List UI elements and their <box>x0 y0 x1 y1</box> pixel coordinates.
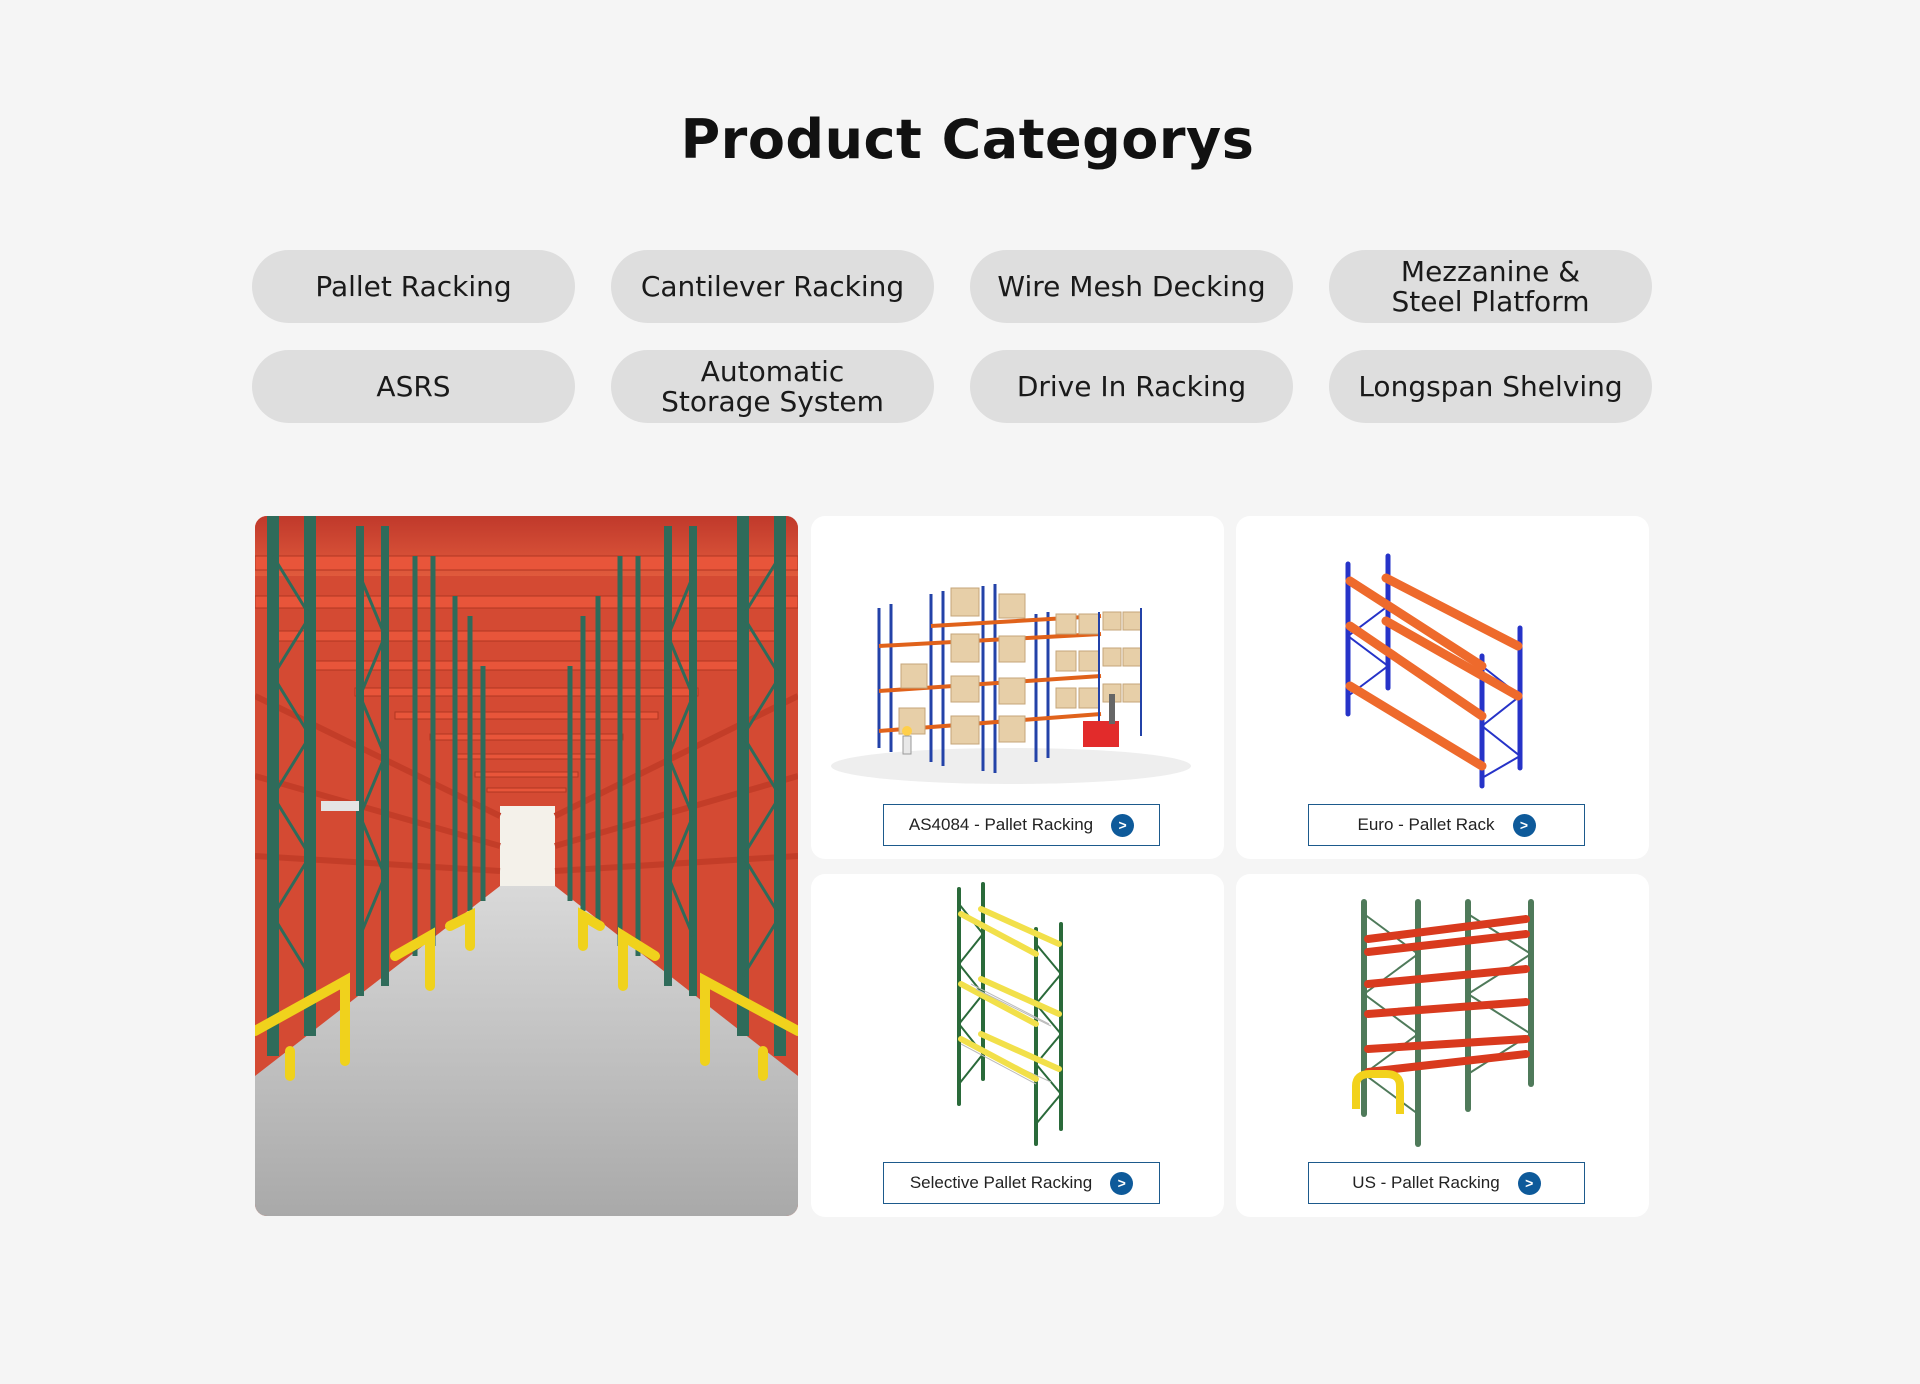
chevron-right-icon: > <box>1512 813 1536 837</box>
euro-pallet-rack-illustration <box>1345 553 1523 789</box>
category-asrs[interactable]: ASRS <box>252 350 575 423</box>
selective-racking-illustration <box>957 882 1063 1146</box>
page-title: Product Categorys <box>680 108 1255 171</box>
us-racking-illustration <box>1352 899 1534 1147</box>
card-button-label: Selective Pallet Racking <box>909 1173 1093 1192</box>
category-drive-in-racking[interactable]: Drive In Racking <box>970 350 1293 423</box>
category-longspan-shelving[interactable]: Longspan Shelving <box>1329 350 1652 423</box>
selective-pallet-racking-button[interactable]: Selective Pallet Racking > <box>883 1162 1160 1204</box>
category-mezzanine-steel-platform[interactable]: Mezzanine & Steel Platform <box>1329 250 1652 323</box>
as4084-pallet-racking-button[interactable]: AS4084 - Pallet Racking > <box>883 804 1160 846</box>
us-pallet-racking-button[interactable]: US - Pallet Racking > <box>1308 1162 1585 1204</box>
euro-pallet-rack-button[interactable]: Euro - Pallet Rack > <box>1308 804 1585 846</box>
product-card-selective[interactable]: Selective Pallet Racking > <box>811 874 1224 1217</box>
category-wire-mesh-decking[interactable]: Wire Mesh Decking <box>970 250 1293 323</box>
product-card-euro[interactable]: Euro - Pallet Rack > <box>1236 516 1649 859</box>
chevron-right-icon: > <box>1110 1171 1134 1195</box>
card-button-label: AS4084 - Pallet Racking <box>908 815 1094 834</box>
category-pallet-racking[interactable]: Pallet Racking <box>252 250 575 323</box>
category-automatic-storage-system[interactable]: Automatic Storage System <box>611 350 934 423</box>
chevron-right-icon: > <box>1111 813 1135 837</box>
as4084-racking-illustration <box>831 584 1191 784</box>
product-card-us[interactable]: US - Pallet Racking > <box>1236 874 1649 1217</box>
chevron-right-icon: > <box>1517 1171 1541 1195</box>
product-card-grid: AS4084 - Pallet Racking > Euro - Pallet … <box>811 516 1649 1217</box>
warehouse-aisle-image <box>255 516 798 1216</box>
product-card-as4084[interactable]: AS4084 - Pallet Racking > <box>811 516 1224 859</box>
category-cantilever-racking[interactable]: Cantilever Racking <box>611 250 934 323</box>
card-button-label: Euro - Pallet Rack <box>1357 815 1495 834</box>
card-button-label: US - Pallet Racking <box>1352 1173 1500 1192</box>
category-pill-grid: Pallet Racking Cantilever Racking Wire M… <box>252 250 1652 423</box>
